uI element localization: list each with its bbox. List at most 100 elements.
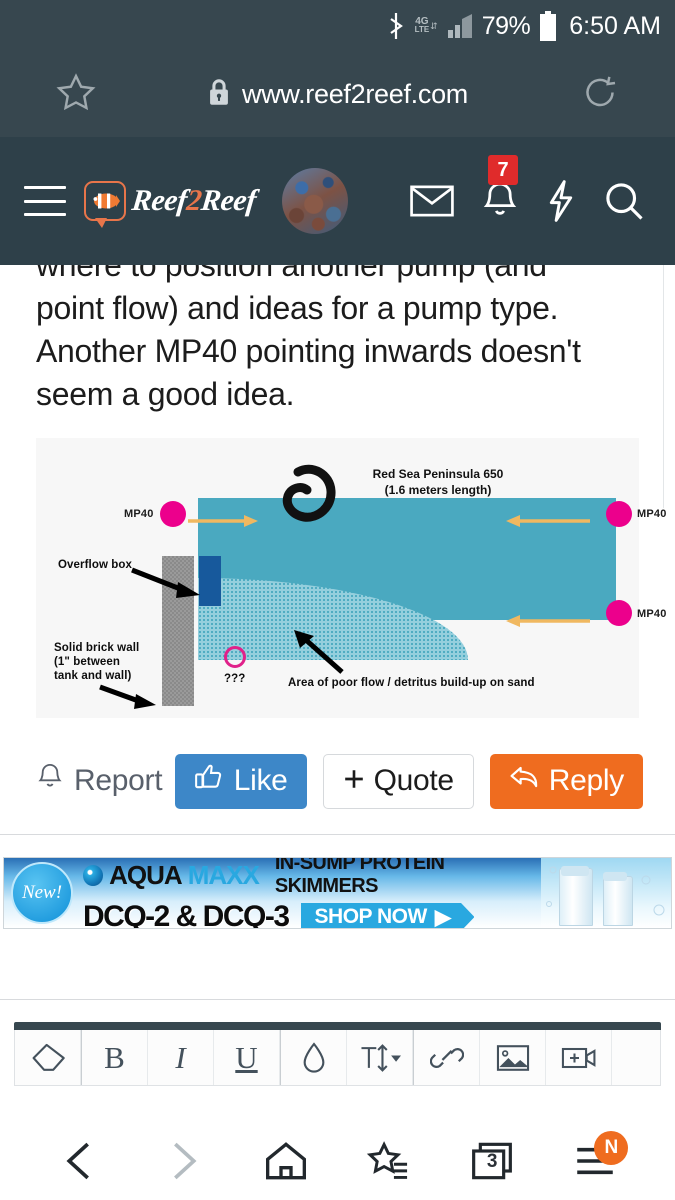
poor-flow-label: Area of poor flow / detritus build-up on… — [288, 677, 535, 689]
toolbar-group-text-style: B I U — [82, 1030, 280, 1085]
eraser-icon[interactable] — [15, 1030, 81, 1085]
logo-text-reef1: Reef — [130, 184, 189, 217]
quote-label: Quote — [373, 764, 455, 797]
quote-button[interactable]: Quote — [322, 753, 474, 809]
font-size-icon[interactable] — [347, 1030, 413, 1085]
mp40-label-right-bottom: MP40 — [637, 608, 667, 620]
chevron-right-icon[interactable] — [152, 1133, 214, 1189]
video-icon[interactable] — [546, 1030, 612, 1085]
tabs-icon[interactable]: 3 — [461, 1133, 523, 1189]
brick-wall-pointer-arrow — [98, 683, 168, 718]
battery-icon — [539, 11, 557, 41]
alerts-count-badge: 7 — [488, 155, 518, 185]
menu-notification-badge: N — [594, 1131, 629, 1165]
page-scrollbar[interactable] — [663, 265, 675, 508]
brick-wall-label-line1: Solid brick wall — [54, 642, 140, 654]
thumbs-up-icon — [194, 763, 225, 799]
like-label: Like — [233, 764, 288, 797]
tabs-count-label: 3 — [486, 1150, 498, 1172]
android-status-bar: 4G LTE ⇵ 79% 6:50 AM — [0, 0, 675, 52]
reply-arrow-icon — [509, 764, 540, 798]
post-editor: B I U — [0, 1022, 675, 1086]
report-button[interactable]: Report — [36, 762, 163, 800]
post-actions-bar: Report Like Quote Reply — [0, 744, 675, 818]
spacer-below-divider-1 — [0, 835, 675, 857]
search-icon[interactable] — [603, 180, 645, 222]
home-icon[interactable] — [255, 1133, 317, 1189]
water-swirl-icon — [83, 864, 104, 886]
advertisement-container[interactable]: New! AQUA MAXX IN-SUMP PROTEIN SKIMMERS D… — [0, 857, 675, 929]
editor-top-accent-bar — [14, 1022, 661, 1030]
plus-icon — [343, 764, 365, 798]
mp40-marker-right-top — [606, 501, 632, 527]
mp40-marker-left — [160, 501, 186, 527]
diagram-title-line2: (1.6 meters length) — [384, 483, 492, 497]
question-marker-circle — [224, 646, 246, 668]
reply-button[interactable]: Reply — [489, 753, 643, 809]
poor-flow-pointer-arrow — [286, 628, 346, 681]
mp40-marker-right-bottom — [606, 600, 632, 626]
overflow-box-label: Overflow box — [58, 559, 133, 571]
data-transfer-arrows-icon: ⇵ — [430, 20, 438, 31]
reload-icon[interactable] — [580, 72, 620, 117]
underline-icon[interactable]: U — [214, 1030, 280, 1085]
droplet-icon[interactable] — [281, 1030, 347, 1085]
like-button[interactable]: Like — [174, 753, 307, 809]
spacer-below-ad — [0, 929, 675, 999]
brick-wall-label: Solid brick wall (1" between tank and wa… — [54, 641, 159, 683]
ad-product-name: DCQ-2 & DCQ-3 — [83, 900, 290, 929]
bell-icon — [36, 762, 64, 800]
chevron-left-icon[interactable] — [49, 1133, 111, 1189]
toolbar-group-color-size — [281, 1030, 413, 1085]
envelope-icon[interactable] — [410, 185, 454, 217]
post-line-clipped: where to position another pump (and — [36, 265, 547, 283]
italic-icon[interactable]: I — [148, 1030, 214, 1085]
hamburger-menu-icon[interactable] — [24, 186, 66, 216]
site-header: Reef2Reef 7 — [0, 137, 675, 265]
site-logo-text: Reef2Reef — [130, 184, 257, 218]
lock-icon — [207, 78, 231, 111]
ad-brand-aqua: AQUA — [109, 859, 183, 890]
battery-percent-label: 79% — [481, 11, 531, 40]
avatar[interactable] — [281, 168, 348, 234]
ad-new-badge: New! — [11, 862, 73, 924]
bookmarks-star-icon[interactable] — [358, 1133, 420, 1189]
aquamaxx-ad-banner[interactable]: New! AQUA MAXX IN-SUMP PROTEIN SKIMMERS D… — [3, 857, 672, 929]
browser-url-bar[interactable]: www.reef2reef.com — [0, 52, 675, 137]
menu-lines-icon[interactable]: N — [564, 1131, 629, 1189]
ad-shop-now-button[interactable]: SHOP NOW ▶ — [300, 902, 475, 928]
logo-text-reef2: Reef — [199, 184, 258, 217]
star-icon[interactable] — [55, 71, 97, 118]
url-text[interactable]: www.reef2reef.com — [242, 79, 468, 110]
spacer-above-editor — [0, 1000, 675, 1022]
toolbar-group-formatting-clear — [15, 1030, 81, 1085]
brick-wall-label-line3: tank and wall) — [54, 670, 132, 682]
lightning-bolt-icon[interactable] — [546, 180, 576, 222]
reply-label: Reply — [548, 764, 625, 797]
image-icon[interactable] — [480, 1030, 546, 1085]
network-type-icon: 4G LTE ⇵ — [414, 17, 438, 34]
toolbar-group-insert — [414, 1030, 612, 1085]
diagram-title-line1: Red Sea Peninsula 650 — [372, 467, 504, 481]
link-icon[interactable] — [414, 1030, 480, 1085]
browser-bottom-nav: 3 N — [0, 1122, 675, 1200]
bluetooth-icon — [386, 12, 406, 40]
bold-icon[interactable]: B — [82, 1030, 148, 1085]
page-content: where to position another pump (and poin… — [0, 265, 675, 1086]
brick-wall-label-line2: (1" between — [54, 656, 120, 668]
ad-product-photo — [541, 858, 671, 928]
post-attached-diagram[interactable]: Red Sea Peninsula 650 (1.6 meters length… — [36, 438, 666, 718]
mp40-label-left: MP40 — [124, 508, 154, 520]
clock-label: 6:50 AM — [569, 11, 661, 40]
network-lte-label: LTE — [414, 25, 430, 34]
post-line-3: Another MP40 pointing inwards doesn't — [36, 333, 581, 369]
site-logo[interactable]: Reef2Reef — [84, 181, 258, 228]
question-label: ??? — [224, 673, 246, 685]
ad-headline: IN-SUMP PROTEIN SKIMMERS — [274, 857, 445, 897]
post-line-2: point flow) and ideas for a pump type. — [36, 290, 559, 326]
ad-brand-maxx: MAXX — [187, 859, 260, 890]
report-label: Report — [74, 764, 163, 797]
post-body: where to position another pump (and poin… — [0, 265, 675, 416]
bell-icon[interactable]: 7 — [481, 155, 519, 221]
spacer-above-divider-1 — [0, 818, 675, 834]
